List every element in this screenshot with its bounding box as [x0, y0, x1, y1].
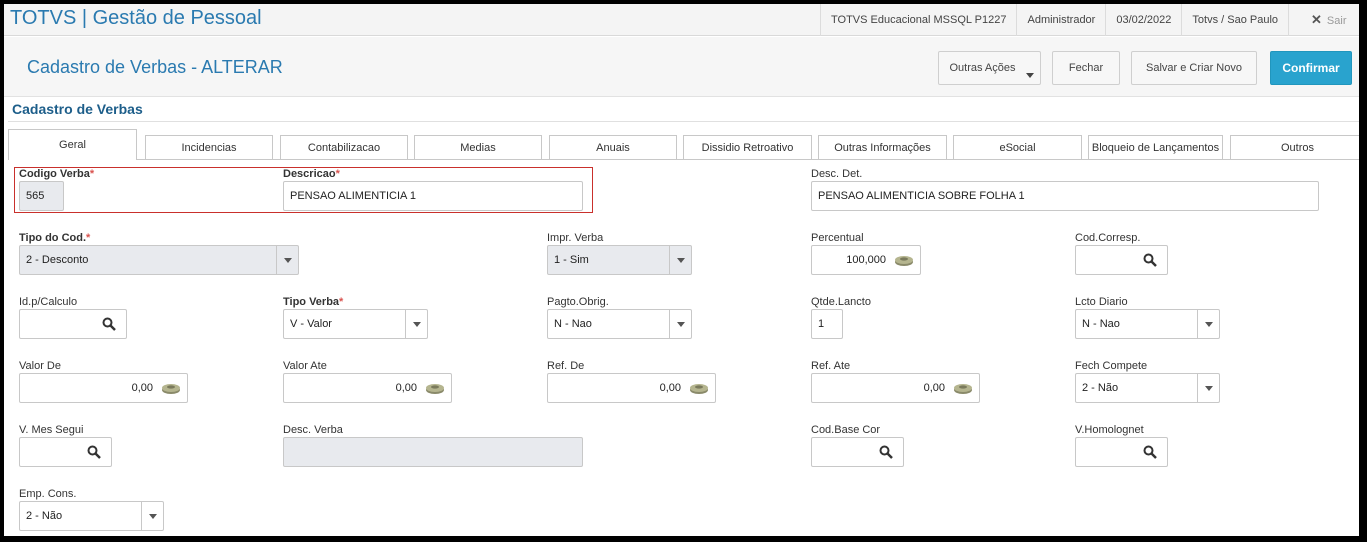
confirm-button[interactable]: Confirmar	[1270, 51, 1352, 85]
app-window: TOTVS | Gestão de Pessoal TOTVS Educacio…	[4, 4, 1359, 536]
tipo-cod-select[interactable]: 2 - Desconto	[19, 245, 299, 275]
tab-anuais[interactable]: Anuais	[549, 135, 677, 159]
tab-bloqueio-lancamentos[interactable]: Bloqueio de Lançamentos	[1088, 135, 1223, 159]
ref-ate-field[interactable]: 0,00	[811, 373, 980, 403]
fech-compete-label: Fech Compete	[1075, 360, 1148, 372]
cod-corresp-label: Cod.Corresp.	[1075, 232, 1141, 244]
v-mes-segui-field[interactable]	[19, 437, 112, 467]
chevron-down-icon	[1026, 73, 1034, 78]
chevron-down-icon	[405, 310, 427, 338]
desc-det-field[interactable]: PENSAO ALIMENTICIA SOBRE FOLHA 1	[811, 181, 1319, 211]
search-icon[interactable]	[1143, 253, 1157, 267]
divider	[8, 121, 1359, 122]
tab-geral[interactable]: Geral	[8, 129, 137, 160]
lcto-diario-select[interactable]: N - Nao	[1075, 309, 1220, 339]
tipo-verba-select[interactable]: V - Valor	[283, 309, 428, 339]
emp-cons-label: Emp. Cons.	[19, 488, 77, 500]
search-icon[interactable]	[1143, 445, 1157, 459]
search-icon[interactable]	[87, 445, 101, 459]
cod-base-cor-label: Cod.Base Cor	[811, 424, 881, 436]
pagto-obrig-select[interactable]: N - Nao	[547, 309, 692, 339]
tipo-verba-label: Tipo Verba*	[283, 296, 344, 308]
ref-de-label: Ref. De	[547, 360, 585, 372]
search-icon[interactable]	[879, 445, 893, 459]
ref-de-field[interactable]: 0,00	[547, 373, 716, 403]
money-icon[interactable]	[894, 254, 914, 267]
qtde-lancto-field[interactable]: 1	[811, 309, 843, 339]
tab-divider	[8, 159, 1359, 160]
money-icon[interactable]	[425, 382, 445, 395]
percentual-field[interactable]: 100,000	[811, 245, 921, 275]
tab-medias[interactable]: Medias	[414, 135, 542, 159]
money-icon[interactable]	[161, 382, 181, 395]
page-header: Cadastro de Verbas - ALTERAR Outras Açõe…	[4, 37, 1359, 97]
exit-label: Sair	[1326, 15, 1347, 27]
qtde-lancto-label: Qtde.Lancto	[811, 296, 871, 308]
chevron-down-icon	[276, 246, 298, 274]
tab-esocial[interactable]: eSocial	[953, 135, 1082, 159]
close-button[interactable]: Fechar	[1052, 51, 1120, 85]
chevron-down-icon	[1197, 310, 1219, 338]
chevron-down-icon	[669, 310, 691, 338]
user-label[interactable]: Administrador	[1016, 4, 1105, 36]
chevron-down-icon	[669, 246, 691, 274]
money-icon[interactable]	[953, 382, 973, 395]
close-icon: ✕	[1311, 12, 1322, 27]
search-icon[interactable]	[102, 317, 116, 331]
descricao-field[interactable]: PENSAO ALIMENTICIA 1	[283, 181, 583, 211]
tab-outros[interactable]: Outros	[1230, 135, 1359, 159]
valor-ate-label: Valor Ate	[283, 360, 327, 372]
id-calculo-field[interactable]	[19, 309, 127, 339]
pagto-obrig-label: Pagto.Obrig.	[547, 296, 609, 308]
valor-ate-field[interactable]: 0,00	[283, 373, 452, 403]
desc-verba-field[interactable]	[283, 437, 583, 467]
required-mark: *	[335, 168, 340, 180]
v-homolognet-field[interactable]	[1075, 437, 1168, 467]
ref-ate-label: Ref. Ate	[811, 360, 851, 372]
valor-de-label: Valor De	[19, 360, 61, 372]
tab-contabilizacao[interactable]: Contabilizacao	[280, 135, 408, 159]
section-title: Cadastro de Verbas	[12, 101, 143, 117]
codigo-verba-label: Codigo Verba*	[19, 168, 95, 180]
impr-verba-label: Impr. Verba	[547, 232, 604, 244]
valor-de-field[interactable]: 0,00	[19, 373, 188, 403]
emp-cons-select[interactable]: 2 - Não	[19, 501, 164, 531]
page-title: Cadastro de Verbas - ALTERAR	[27, 57, 283, 77]
v-homolognet-label: V.Homolognet	[1075, 424, 1144, 436]
app-title: TOTVS | Gestão de Pessoal	[10, 7, 262, 29]
codigo-verba-field[interactable]: 565	[19, 181, 64, 211]
chevron-down-icon	[1197, 374, 1219, 402]
desc-verba-label: Desc. Verba	[283, 424, 343, 436]
money-icon[interactable]	[689, 382, 709, 395]
date-label[interactable]: 03/02/2022	[1105, 4, 1181, 36]
tab-outras-informacoes[interactable]: Outras Informações	[818, 135, 947, 159]
required-mark: *	[89, 168, 95, 180]
required-mark: *	[86, 232, 91, 244]
descricao-label: Descricao*	[283, 168, 340, 180]
v-mes-segui-label: V. Mes Segui	[19, 424, 84, 436]
top-bar: TOTVS | Gestão de Pessoal TOTVS Educacio…	[4, 4, 1359, 36]
top-info: TOTVS Educacional MSSQL P1227 Administra…	[820, 4, 1358, 36]
tab-dissidio-retroativo[interactable]: Dissidio Retroativo	[683, 135, 812, 159]
percentual-label: Percentual	[811, 232, 864, 244]
save-and-new-button[interactable]: Salvar e Criar Novo	[1131, 51, 1257, 85]
desc-det-label: Desc. Det.	[811, 168, 863, 180]
branch-label[interactable]: Totvs / Sao Paulo	[1181, 4, 1288, 36]
tipo-cod-label: Tipo do Cod.*	[19, 232, 91, 244]
cod-base-cor-field[interactable]	[811, 437, 904, 467]
other-actions-button[interactable]: Outras Ações	[938, 51, 1041, 85]
cod-corresp-field[interactable]	[1075, 245, 1168, 275]
id-calculo-label: Id.p/Calculo	[19, 296, 78, 308]
other-actions-label: Outras Ações	[949, 62, 1016, 74]
lcto-diario-label: Lcto Diario	[1075, 296, 1128, 308]
exit-button[interactable]: ✕ Sair	[1288, 4, 1358, 36]
impr-verba-select[interactable]: 1 - Sim	[547, 245, 692, 275]
chevron-down-icon	[141, 502, 163, 530]
required-mark: *	[339, 296, 344, 308]
environment-label: TOTVS Educacional MSSQL P1227	[820, 4, 1016, 36]
fech-compete-select[interactable]: 2 - Não	[1075, 373, 1220, 403]
tab-incidencias[interactable]: Incidencias	[145, 135, 273, 159]
